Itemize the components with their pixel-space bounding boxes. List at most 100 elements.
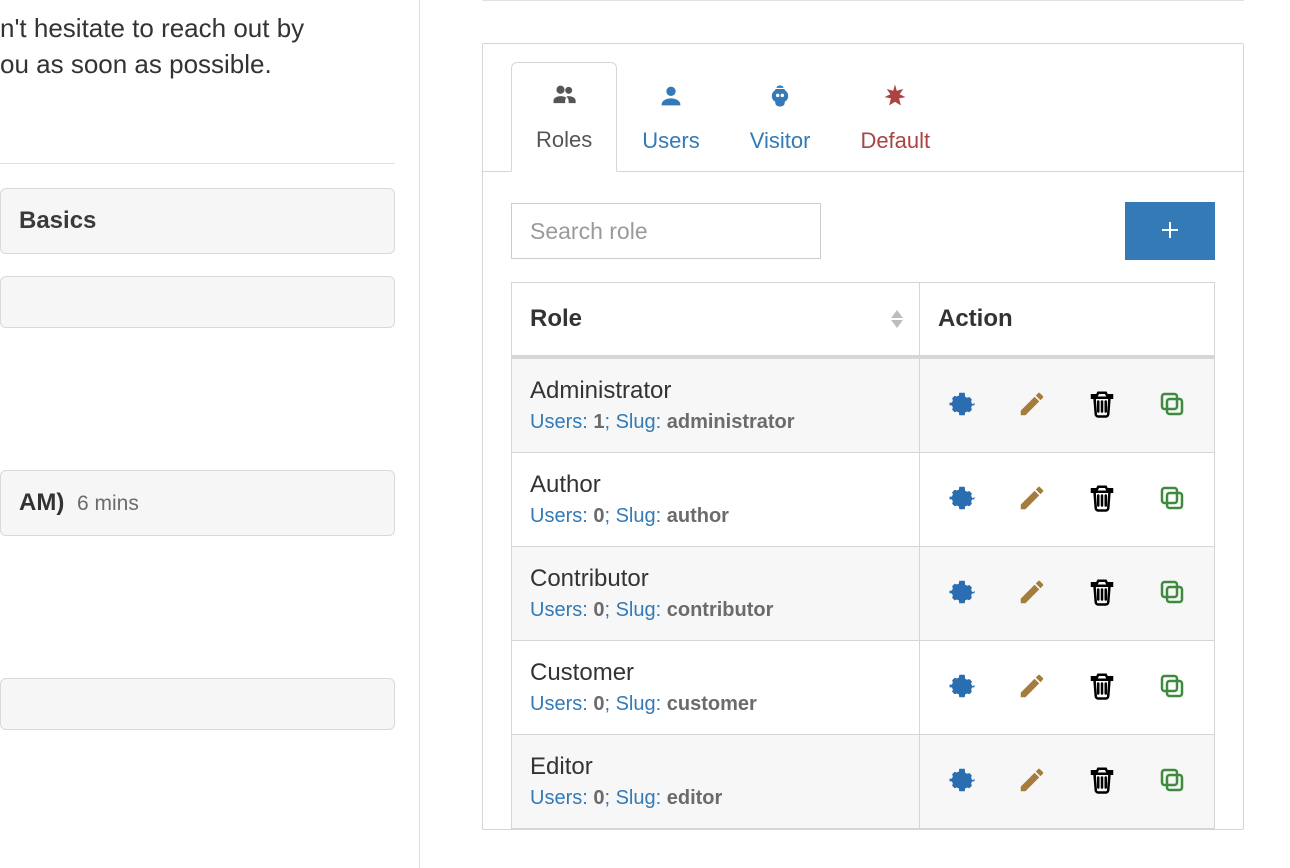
users-count: 0 [593,787,604,809]
users-label: Users: [530,693,593,715]
cell-action [920,359,1214,452]
meta-sep: ; [604,411,615,433]
clone-button[interactable] [1155,671,1189,705]
cell-action [920,641,1214,734]
edit-button[interactable] [1015,483,1049,517]
trash-icon [1087,577,1117,610]
meta-sep: ; [604,787,615,809]
plus-icon [1158,218,1182,245]
search-input[interactable] [511,203,821,259]
cell-action [920,547,1214,640]
slug-label: Slug: [616,411,667,433]
role-name: Customer [530,659,901,687]
meta-sep: ; [604,599,615,621]
users-count: 0 [593,693,604,715]
slug-label: Slug: [616,787,667,809]
asterisk-icon [881,82,909,116]
cell-action [920,735,1214,828]
cell-role: AdministratorUsers: 1; Slug: administrat… [512,359,920,452]
users-label: Users: [530,599,593,621]
gear-icon [947,671,977,704]
col-role-label: Role [530,305,582,332]
toolbar [483,172,1243,282]
time-card[interactable]: AM) 6 mins [0,470,395,536]
intro-line-2: ou as soon as possible. [0,49,272,79]
clone-button[interactable] [1155,765,1189,799]
role-meta: Users: 0; Slug: customer [530,693,901,716]
cell-action [920,453,1214,546]
trash-icon [1087,483,1117,516]
clone-button[interactable] [1155,577,1189,611]
card-empty-2[interactable] [0,678,395,730]
clone-button[interactable] [1155,389,1189,423]
pencil-icon [1017,765,1047,798]
left-sidebar: n't hesitate to reach out by ou as soon … [0,0,420,868]
slug-label: Slug: [616,599,667,621]
edit-button[interactable] [1015,765,1049,799]
basics-label: Basics [19,207,96,234]
role-meta: Users: 0; Slug: editor [530,787,901,810]
slug-value: editor [667,787,723,809]
role-meta: Users: 0; Slug: author [530,505,901,528]
slug-value: customer [667,693,757,715]
role-name: Author [530,471,901,499]
roles-panel: Roles Users Visitor Default [482,43,1244,830]
slug-value: administrator [667,411,795,433]
meta-sep: ; [604,505,615,527]
delete-button[interactable] [1085,389,1119,423]
tab-visitor-label: Visitor [750,128,811,154]
settings-button[interactable] [945,577,979,611]
edit-button[interactable] [1015,577,1049,611]
delete-button[interactable] [1085,483,1119,517]
users-group-icon [550,81,578,115]
users-count: 0 [593,505,604,527]
col-action-label: Action [938,305,1013,332]
role-meta: Users: 0; Slug: contributor [530,599,901,622]
table-row: Customer Users: 0; Slug: customer [512,641,1214,735]
pencil-icon [1017,671,1047,704]
copy-icon [1157,671,1187,704]
settings-button[interactable] [945,483,979,517]
users-label: Users: [530,411,593,433]
basics-card[interactable]: Basics [0,188,395,254]
role-meta: Users: 1; Slug: administrator [530,411,901,434]
roles-table: Role Action AdministratorUsers: 1; Slug:… [511,282,1215,829]
settings-button[interactable] [945,765,979,799]
delete-button[interactable] [1085,671,1119,705]
pencil-icon [1017,389,1047,422]
users-count: 1 [593,411,604,433]
tab-default[interactable]: Default [835,63,955,172]
divider [0,163,395,164]
intro-text: n't hesitate to reach out by ou as soon … [0,10,395,83]
table-row: Editor Users: 0; Slug: editor [512,735,1214,828]
pencil-icon [1017,483,1047,516]
visitor-icon [766,82,794,116]
user-icon [657,82,685,116]
time-meta: 6 mins [77,492,139,515]
tab-users[interactable]: Users [617,63,724,172]
users-count: 0 [593,599,604,621]
slug-value: contributor [667,599,774,621]
settings-button[interactable] [945,389,979,423]
delete-button[interactable] [1085,577,1119,611]
edit-button[interactable] [1015,671,1049,705]
add-role-button[interactable] [1125,202,1215,260]
trash-icon [1087,765,1117,798]
slug-value: author [667,505,729,527]
copy-icon [1157,577,1187,610]
col-role[interactable]: Role [512,283,920,355]
delete-button[interactable] [1085,765,1119,799]
card-empty-1[interactable] [0,276,395,328]
role-name: Editor [530,753,901,781]
cell-role: Customer Users: 0; Slug: customer [512,641,920,734]
settings-button[interactable] [945,671,979,705]
table-row: AdministratorUsers: 1; Slug: administrat… [512,359,1214,453]
clone-button[interactable] [1155,483,1189,517]
tab-roles[interactable]: Roles [511,62,617,172]
sort-icon [891,310,903,328]
copy-icon [1157,389,1187,422]
gear-icon [947,765,977,798]
tab-visitor[interactable]: Visitor [725,63,836,172]
edit-button[interactable] [1015,389,1049,423]
role-name: Contributor [530,565,901,593]
